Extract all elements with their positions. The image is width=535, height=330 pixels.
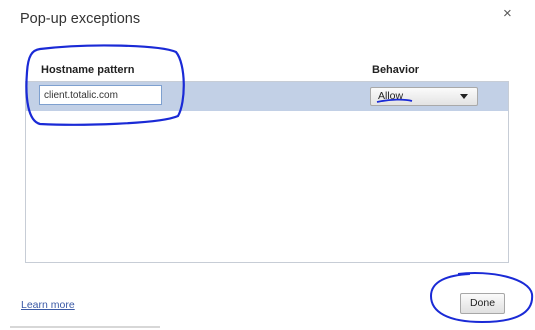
learn-more-link[interactable]: Learn more bbox=[21, 299, 75, 311]
close-icon[interactable]: × bbox=[503, 6, 512, 22]
column-header-hostname: Hostname pattern bbox=[41, 64, 135, 76]
chevron-down-icon bbox=[460, 94, 468, 99]
column-header-behavior: Behavior bbox=[372, 64, 420, 76]
behavior-select-value: Allow bbox=[378, 90, 404, 102]
table-row[interactable]: Allow bbox=[26, 82, 508, 111]
behavior-select[interactable]: Allow bbox=[370, 87, 478, 106]
divider bbox=[10, 326, 160, 328]
done-button[interactable]: Done bbox=[460, 293, 505, 314]
hostname-input[interactable] bbox=[39, 85, 162, 105]
exceptions-table: Allow bbox=[25, 81, 509, 263]
dialog-title: Pop-up exceptions bbox=[20, 11, 141, 27]
